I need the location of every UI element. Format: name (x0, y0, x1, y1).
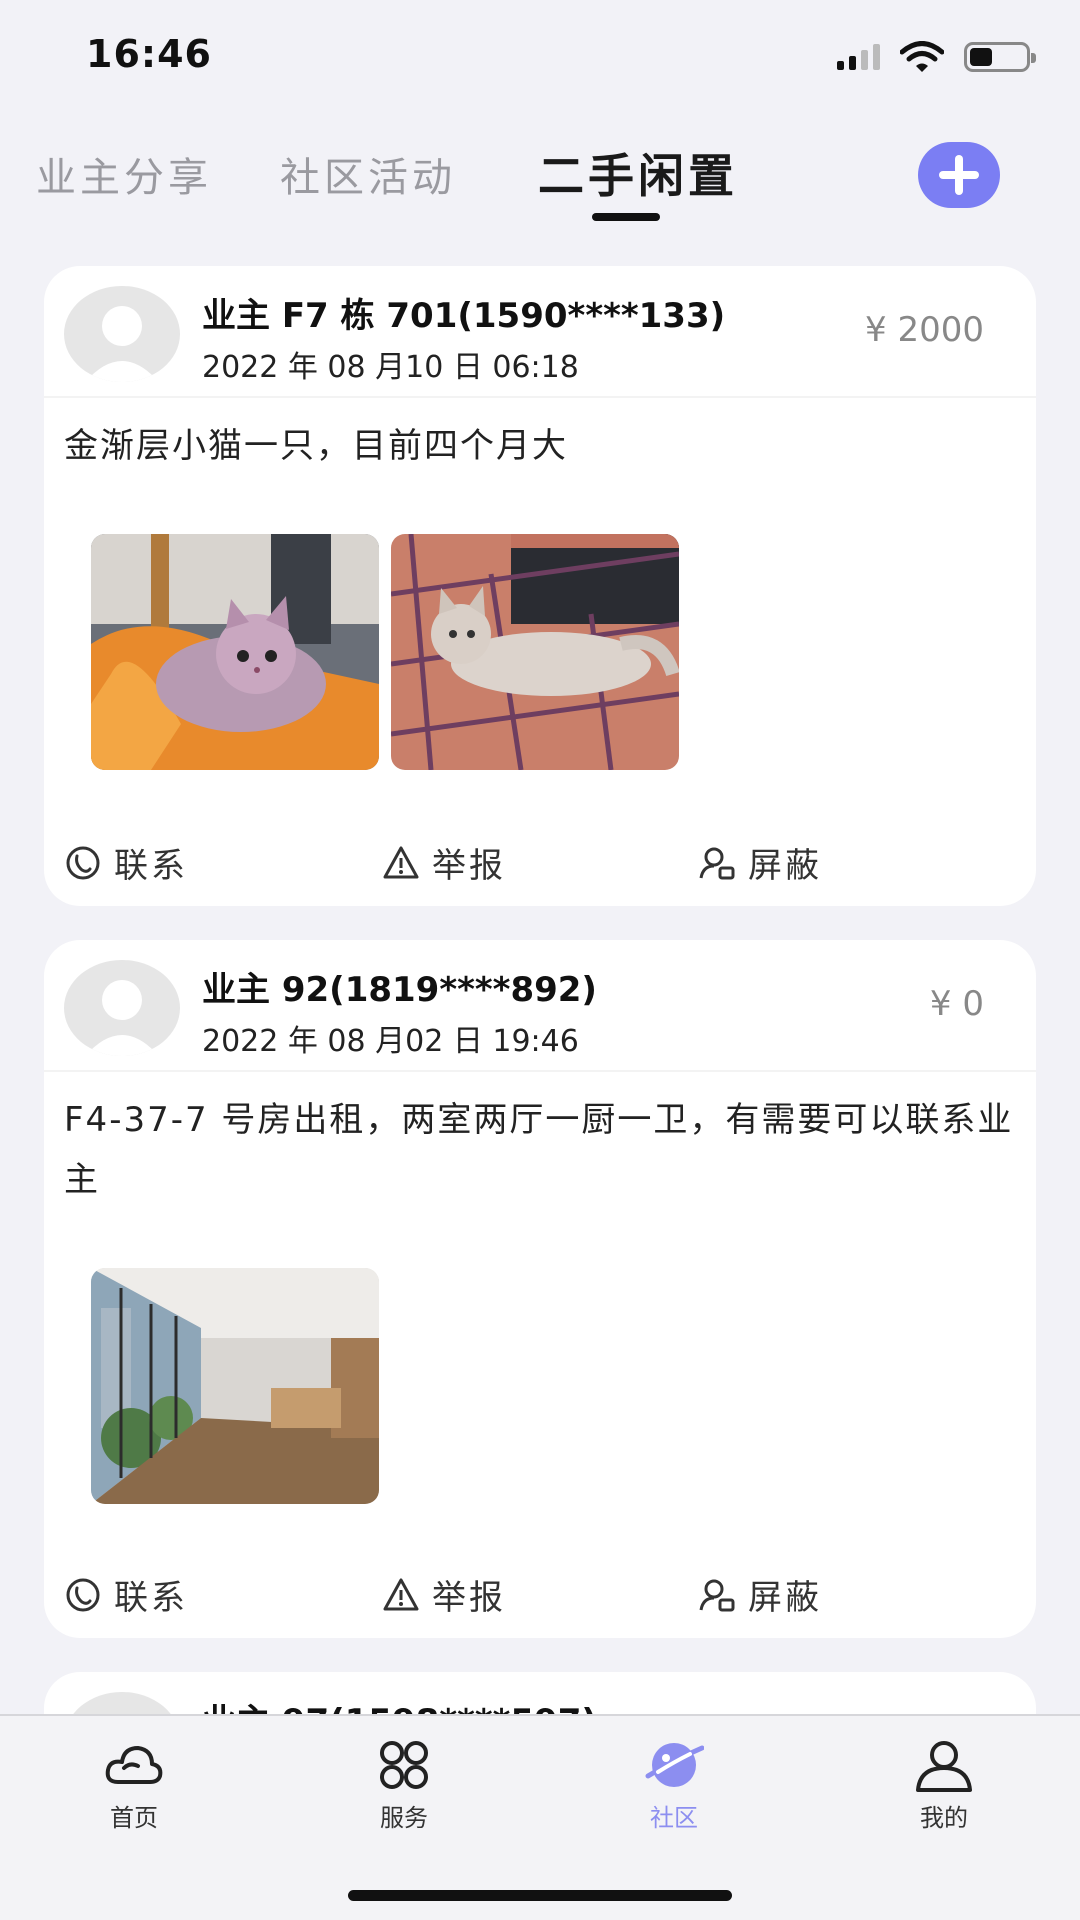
nav-label: 首页 (110, 1804, 158, 1832)
status-time: 16:46 (86, 32, 212, 76)
apartment-interior-photo[interactable] (91, 1268, 379, 1504)
active-tab-indicator (592, 213, 660, 221)
phone-icon (66, 1578, 100, 1611)
post-card: 业主 F7 栋 701(1590****133) 2022 年 08 月10 日… (44, 266, 1036, 906)
block-button[interactable]: 屏蔽 (698, 1570, 822, 1619)
contact-label: 联系 (114, 846, 188, 886)
add-post-button[interactable] (918, 142, 1000, 208)
nav-label: 我的 (920, 1804, 968, 1832)
phone-icon (66, 846, 100, 879)
cloud-icon (105, 1746, 163, 1784)
report-button[interactable]: 举报 (382, 838, 506, 887)
report-button[interactable]: 举报 (382, 1570, 506, 1619)
warning-icon (383, 1578, 419, 1610)
nav-label: 服务 (380, 1804, 428, 1832)
planet-icon (645, 1743, 704, 1787)
post-text: 金渐层小猫一只，目前四个月大 (64, 426, 568, 466)
report-label: 举报 (432, 1578, 506, 1618)
person-icon (916, 1741, 972, 1792)
divider (44, 1070, 1036, 1072)
tab-owner-share[interactable]: 业主分享 (36, 145, 212, 203)
nav-label: 社区 (650, 1804, 698, 1832)
post-price: ¥ 2000 (865, 310, 984, 350)
block-label: 屏蔽 (748, 1578, 822, 1618)
nav-item-home[interactable]: 首页 (64, 1738, 204, 1833)
wifi-icon (900, 41, 944, 72)
avatar[interactable] (64, 286, 180, 382)
post-date: 2022 年 08 月02 日 19:46 (202, 1024, 579, 1059)
contact-button[interactable]: 联系 (64, 1570, 188, 1619)
default-avatar-icon (85, 306, 159, 382)
contact-label: 联系 (114, 1578, 188, 1618)
battery-icon (964, 42, 1036, 72)
warning-icon (383, 846, 419, 878)
kitten-photo[interactable] (91, 534, 379, 770)
grid-icon (380, 1741, 428, 1789)
divider (44, 396, 1036, 398)
status-icons (837, 40, 1036, 74)
cat-on-tiles-photo[interactable] (391, 534, 679, 770)
nav-item-services[interactable]: 服务 (334, 1738, 474, 1833)
post-text: F4-37-7 号房出租，两室两厅一厨一卫，有需要可以联系业主 (64, 1100, 1014, 1200)
report-label: 举报 (432, 846, 506, 886)
block-user-icon (699, 847, 735, 879)
nav-item-community[interactable]: 社区 (604, 1738, 744, 1833)
post-author: 业主 F7 栋 701(1590****133) (202, 296, 726, 336)
block-button[interactable]: 屏蔽 (698, 838, 822, 887)
cellular-signal-icon (837, 44, 880, 70)
nav-item-me[interactable]: 我的 (874, 1738, 1014, 1833)
post-price: ¥ 0 (929, 984, 984, 1024)
avatar[interactable] (64, 960, 180, 1056)
tab-community-activity[interactable]: 社区活动 (280, 145, 456, 203)
default-avatar-icon (85, 980, 159, 1056)
block-label: 屏蔽 (748, 846, 822, 886)
post-card: 业主 92(1819****892) 2022 年 08 月02 日 19:46… (44, 940, 1036, 1638)
post-date: 2022 年 08 月10 日 06:18 (202, 350, 579, 385)
plus-icon (939, 155, 979, 195)
status-bar: 16:46 (0, 0, 1080, 110)
post-author: 业主 92(1819****892) (202, 970, 597, 1010)
home-indicator (348, 1890, 732, 1901)
block-user-icon (699, 1579, 735, 1611)
contact-button[interactable]: 联系 (64, 838, 188, 887)
post-actions: 联系 举报 屏蔽 (64, 838, 1014, 898)
tab-second-hand[interactable]: 二手闲置 (538, 140, 738, 206)
post-actions: 联系 举报 屏蔽 (64, 1570, 1014, 1630)
